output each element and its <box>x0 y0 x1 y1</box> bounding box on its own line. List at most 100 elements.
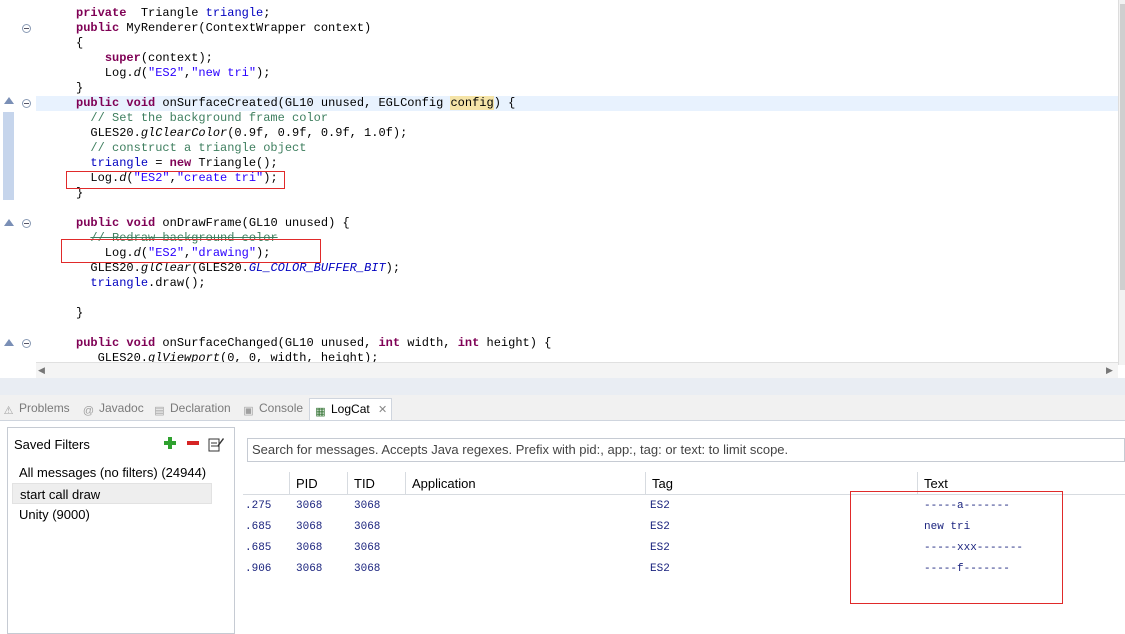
tab-console[interactable]: ▣ Console <box>242 398 303 420</box>
code-line[interactable]: public void onDrawFrame(GL10 unused) { <box>76 216 350 231</box>
code-line[interactable]: triangle.draw(); <box>76 276 206 291</box>
filter-item-all[interactable]: All messages (no filters) (24944) <box>12 462 212 483</box>
code-token: d <box>133 66 141 80</box>
log-cell-pid: 3068 <box>296 521 323 533</box>
code-token: glClearColor <box>140 126 228 140</box>
code-line[interactable]: private Triangle triangle; <box>76 6 270 21</box>
code-token: new <box>169 156 192 170</box>
code-token: glClear <box>140 261 192 275</box>
column-header-tid[interactable]: TID <box>347 472 405 495</box>
code-line[interactable]: { <box>76 36 83 51</box>
scroll-left-icon[interactable]: ◀ <box>38 365 45 376</box>
code-token: void <box>126 336 156 350</box>
code-token: } <box>76 81 84 95</box>
tab-label: Console <box>259 401 304 415</box>
fold-icon[interactable] <box>22 24 31 33</box>
code-token: height) { <box>479 336 552 350</box>
log-cell-pid: 3068 <box>296 542 323 554</box>
override-marker-icon[interactable] <box>4 97 14 104</box>
log-cell-time: .685 <box>245 542 272 554</box>
code-line[interactable]: Log.d("ES2","new tri"); <box>76 66 271 81</box>
code-token: triangle <box>205 6 264 20</box>
fold-icon[interactable] <box>22 99 31 108</box>
tab-declaration[interactable]: ▤ Declaration <box>153 398 231 420</box>
console-icon: ▣ <box>243 405 254 417</box>
logcat-search-input[interactable]: Search for messages. Accepts Java regexe… <box>247 438 1125 462</box>
code-token: ; <box>263 6 271 20</box>
filter-item-unity[interactable]: Unity (9000) <box>12 504 212 525</box>
code-token: .draw(); <box>148 276 206 290</box>
code-token: public <box>76 336 120 350</box>
tab-javadoc[interactable]: @ Javadoc <box>82 398 144 420</box>
override-marker-icon[interactable] <box>4 219 14 226</box>
remove-filter-icon[interactable] <box>186 436 200 450</box>
code-line[interactable]: public void onSurfaceChanged(GL10 unused… <box>76 336 551 351</box>
annotation-box-create-tri <box>66 171 285 189</box>
add-filter-icon[interactable] <box>163 436 177 450</box>
override-indicator-bar <box>3 112 14 200</box>
code-line[interactable]: public MyRenderer(ContextWrapper context… <box>76 21 371 36</box>
overview-ruler[interactable] <box>1118 0 1125 365</box>
close-icon[interactable]: ✕ <box>378 404 387 416</box>
code-token: (0.9f, 0.9f, 0.9f, 1.0f); <box>227 126 408 140</box>
code-token: onSurfaceChanged(GL10 unused, <box>155 336 379 350</box>
code-line[interactable]: // Set the background frame color <box>76 111 328 126</box>
tab-logcat[interactable]: ▦ LogCat ✕ <box>309 398 393 420</box>
code-token: private <box>76 6 127 20</box>
scroll-right-icon[interactable]: ▶ <box>1106 365 1113 376</box>
code-line[interactable]: } <box>76 81 83 96</box>
log-cell-pid: 3068 <box>296 500 323 512</box>
override-marker-icon[interactable] <box>4 339 14 346</box>
code-token: triangle <box>90 156 149 170</box>
fold-icon[interactable] <box>22 219 31 228</box>
log-cell-pid: 3068 <box>296 563 323 575</box>
column-header-pid[interactable]: PID <box>289 472 347 495</box>
code-token: (GLES20. <box>191 261 249 275</box>
column-header-application[interactable]: Application <box>405 472 645 495</box>
code-editor[interactable]: private Triangle triangle; public MyRende… <box>0 0 1125 378</box>
filter-item-start-call-draw[interactable]: start call draw <box>12 483 212 504</box>
log-cell-time: .275 <box>245 500 272 512</box>
code-line[interactable]: // construct a triangle object <box>76 141 306 156</box>
code-token: { <box>76 36 84 50</box>
code-token: ( <box>140 66 149 80</box>
code-token: // construct a triangle object <box>90 141 307 155</box>
code-token: (context); <box>140 51 213 65</box>
problems-icon: ⚠ <box>3 405 14 417</box>
vertical-scrollbar-thumb[interactable] <box>1120 4 1125 290</box>
code-line[interactable]: } <box>76 306 83 321</box>
tab-problems[interactable]: ⚠ Problems <box>2 398 70 420</box>
code-token: GLES20. <box>76 126 141 140</box>
code-line[interactable]: public void onSurfaceCreated(GL10 unused… <box>36 96 1118 111</box>
declaration-icon: ▤ <box>154 405 165 417</box>
code-line[interactable]: GLES20.glClearColor(0.9f, 0.9f, 0.9f, 1.… <box>76 126 407 141</box>
code-token: public <box>76 96 120 110</box>
log-cell-tid: 3068 <box>354 542 381 554</box>
code-token: int <box>457 336 480 350</box>
code-token: ) { <box>493 96 516 110</box>
view-tab-bar: ⚠ Problems @ Javadoc ▤ Declaration ▣ Console… <box>0 395 1125 421</box>
code-token: "new tri" <box>191 66 257 80</box>
code-line[interactable]: triangle = new Triangle(); <box>76 156 278 171</box>
code-token: GLES20. <box>76 351 149 362</box>
panel-divider[interactable] <box>0 378 1125 395</box>
code-line[interactable]: super(context); <box>76 51 213 66</box>
code-token: config <box>450 96 494 110</box>
tab-label: Declaration <box>170 401 231 415</box>
code-token: onDrawFrame(GL10 unused) { <box>155 216 350 230</box>
code-token: Triangle(); <box>191 156 278 170</box>
horizontal-scrollbar[interactable]: ◀ ▶ <box>36 362 1118 378</box>
code-line[interactable]: GLES20.glClear(GLES20.GL_COLOR_BUFFER_BI… <box>76 261 400 276</box>
edit-filter-icon[interactable] <box>208 436 224 452</box>
fold-icon[interactable] <box>22 339 31 348</box>
saved-filters-title: Saved Filters <box>14 437 90 452</box>
log-cell-time: .906 <box>245 563 272 575</box>
annotation-box-log-text <box>850 491 1063 604</box>
code-line[interactable]: GLES20.glViewport(0, 0, width, height); <box>76 351 379 362</box>
log-cell-tag: ES2 <box>650 542 670 554</box>
code-token: void <box>126 216 156 230</box>
